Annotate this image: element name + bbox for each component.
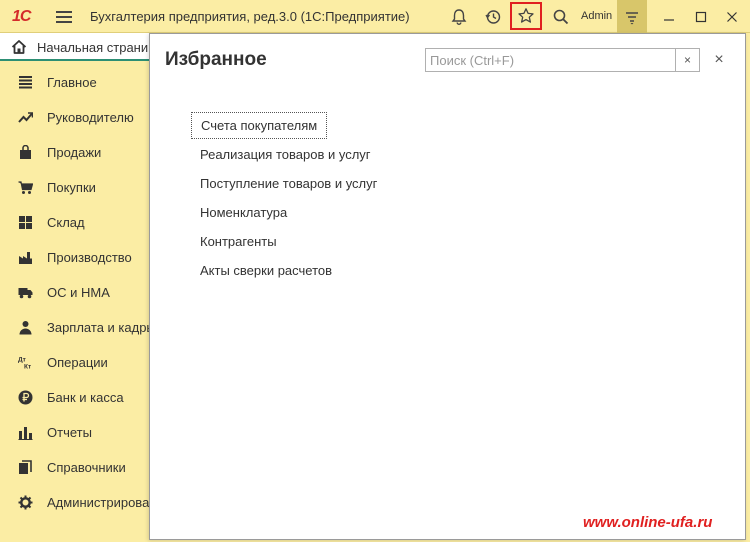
- favorites-star-icon[interactable]: [510, 2, 542, 30]
- list-item[interactable]: Контрагенты: [191, 228, 286, 255]
- sidebar-item-reports[interactable]: Отчеты: [0, 415, 150, 450]
- sidebar-item-salary[interactable]: Зарплата и кадры: [0, 310, 150, 345]
- sidebar-item-label: Администрирование: [47, 495, 150, 510]
- kt-label: Кт: [24, 364, 31, 371]
- sidebar-item-label: Операции: [47, 355, 108, 370]
- favorites-panel: Избранное × × Счета покупателям Реализац…: [149, 33, 746, 540]
- history-icon[interactable]: [480, 4, 506, 30]
- sidebar-item-purchases[interactable]: Покупки: [0, 170, 150, 205]
- list-item[interactable]: Номенклатура: [191, 199, 296, 226]
- factory-icon: [17, 250, 33, 266]
- cart-icon: [17, 180, 33, 196]
- sidebar-item-label: Производство: [47, 250, 132, 265]
- sidebar-item-references[interactable]: Справочники: [0, 450, 150, 485]
- user-name[interactable]: Admin: [581, 10, 612, 22]
- dt-label: Дт: [18, 357, 26, 364]
- truck-icon: [17, 285, 33, 301]
- menu-lines-icon: [17, 75, 33, 91]
- home-icon: [11, 40, 27, 54]
- sidebar-item-label: Главное: [47, 75, 97, 90]
- title-bar: 1С Бухгалтерия предприятия, ред.3.0 (1С:…: [0, 0, 750, 33]
- sidebar-item-production[interactable]: Производство: [0, 240, 150, 275]
- bar-chart-icon: [17, 425, 33, 441]
- close-window-icon[interactable]: [719, 4, 745, 30]
- maximize-icon[interactable]: [688, 4, 714, 30]
- search-icon[interactable]: [548, 4, 574, 30]
- panel-title: Избранное: [165, 49, 267, 70]
- dt-kt-icon: Дт Кт: [17, 355, 33, 371]
- warehouse-icon: [17, 215, 33, 231]
- sidebar: Главное Руководителю Продажи Покупки Скл…: [0, 63, 150, 542]
- sidebar-item-label: Покупки: [47, 180, 96, 195]
- list-item[interactable]: Реализация товаров и услуг: [191, 141, 380, 168]
- gear-icon: [17, 495, 33, 511]
- ruble-icon: [17, 390, 33, 406]
- sidebar-item-label: Склад: [47, 215, 85, 230]
- sidebar-item-label: Руководителю: [47, 110, 134, 125]
- sidebar-item-label: Зарплата и кадры: [47, 320, 150, 335]
- sidebar-item-label: Отчеты: [47, 425, 92, 440]
- trend-icon: [17, 110, 33, 126]
- sidebar-item-bank[interactable]: Банк и касса: [0, 380, 150, 415]
- person-icon: [17, 320, 33, 336]
- main-menu-icon[interactable]: [56, 11, 72, 23]
- bell-icon[interactable]: [446, 4, 472, 30]
- minimize-icon[interactable]: [656, 4, 682, 30]
- search-input[interactable]: [426, 49, 674, 71]
- close-icon[interactable]: ×: [709, 50, 729, 70]
- sidebar-item-fixed-assets[interactable]: ОС и НМА: [0, 275, 150, 310]
- sidebar-item-sales[interactable]: Продажи: [0, 135, 150, 170]
- sidebar-item-label: Продажи: [47, 145, 102, 160]
- tab-home[interactable]: Начальная страница: [0, 33, 150, 61]
- tab-home-label: Начальная страница: [37, 40, 150, 55]
- list-item[interactable]: Акты сверки расчетов: [191, 257, 341, 284]
- list-item[interactable]: Счета покупателям: [191, 112, 328, 139]
- watermark: www.online-ufa.ru: [583, 514, 713, 531]
- app-title: Бухгалтерия предприятия, ред.3.0 (1С:Пре…: [90, 9, 410, 24]
- list-item[interactable]: Поступление товаров и услуг: [191, 170, 386, 197]
- sidebar-item-label: Справочники: [47, 460, 126, 475]
- sidebar-item-label: Банк и касса: [47, 390, 124, 405]
- books-icon: [17, 460, 33, 476]
- clear-icon[interactable]: ×: [675, 49, 699, 71]
- bag-icon: [17, 145, 33, 161]
- sidebar-item-main[interactable]: Главное: [0, 65, 150, 100]
- sidebar-item-operations[interactable]: Дт Кт Операции: [0, 345, 150, 380]
- app-logo: 1С: [12, 8, 31, 25]
- settings-menu-icon[interactable]: [617, 0, 647, 33]
- search-box: ×: [425, 48, 700, 72]
- sidebar-item-label: ОС и НМА: [47, 285, 110, 300]
- sidebar-item-manager[interactable]: Руководителю: [0, 100, 150, 135]
- sidebar-item-admin[interactable]: Администрирование: [0, 485, 150, 520]
- sidebar-item-warehouse[interactable]: Склад: [0, 205, 150, 240]
